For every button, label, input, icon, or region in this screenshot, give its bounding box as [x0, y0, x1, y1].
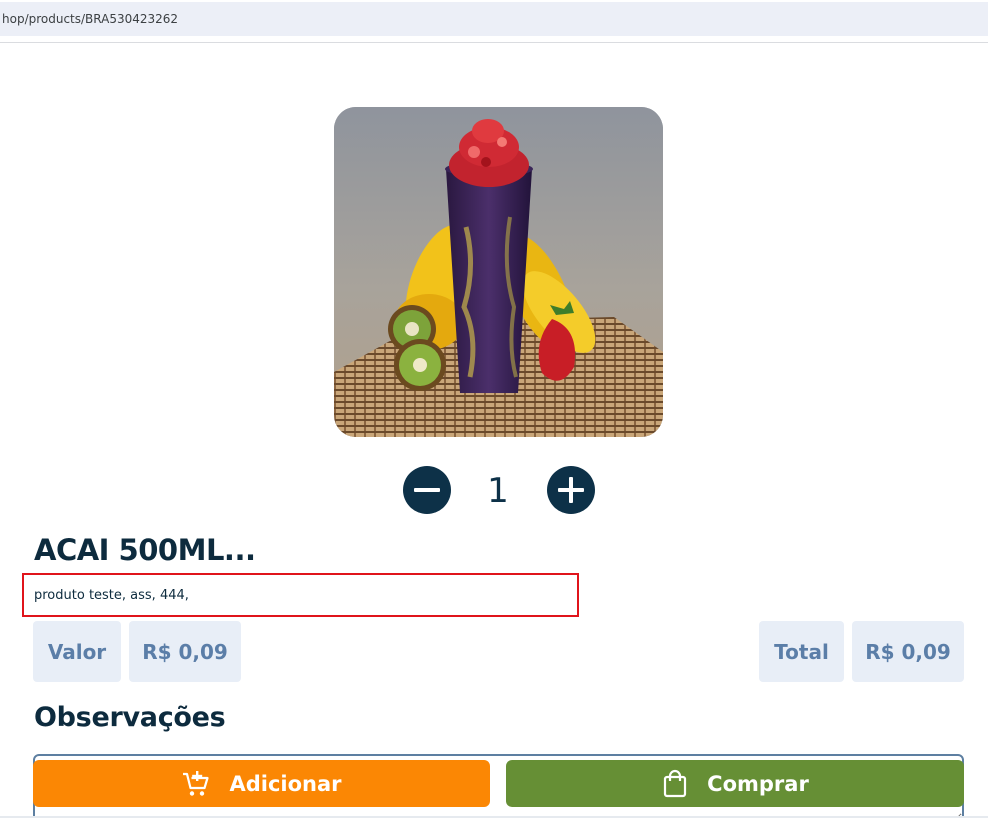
add-button-label: Adicionar	[229, 771, 342, 796]
decrease-quantity-button[interactable]	[403, 466, 451, 514]
plus-icon	[558, 477, 584, 503]
increase-quantity-button[interactable]	[547, 466, 595, 514]
observations-title: Observações	[34, 702, 226, 733]
product-description: produto teste, ass, 444,	[34, 588, 189, 603]
value-amount: R$ 0,09	[129, 621, 241, 682]
cart-plus-icon	[181, 769, 211, 799]
divider	[0, 42, 988, 43]
product-photo	[334, 107, 663, 437]
buy-button-label: Comprar	[707, 771, 809, 796]
product-title: ACAI 500ML...	[34, 533, 256, 567]
quantity-value: 1	[487, 471, 509, 511]
minus-icon	[414, 488, 440, 492]
buy-button[interactable]: Comprar	[506, 760, 964, 807]
address-bar[interactable]: hop/products/BRA530423262	[0, 2, 988, 36]
shopping-bag-icon	[661, 769, 689, 799]
product-image	[334, 107, 663, 437]
url-text: hop/products/BRA530423262	[2, 12, 179, 26]
value-label: Valor	[33, 621, 121, 682]
total-amount: R$ 0,09	[852, 621, 964, 682]
total-label: Total	[759, 621, 844, 682]
add-to-cart-button[interactable]: Adicionar	[33, 760, 490, 807]
